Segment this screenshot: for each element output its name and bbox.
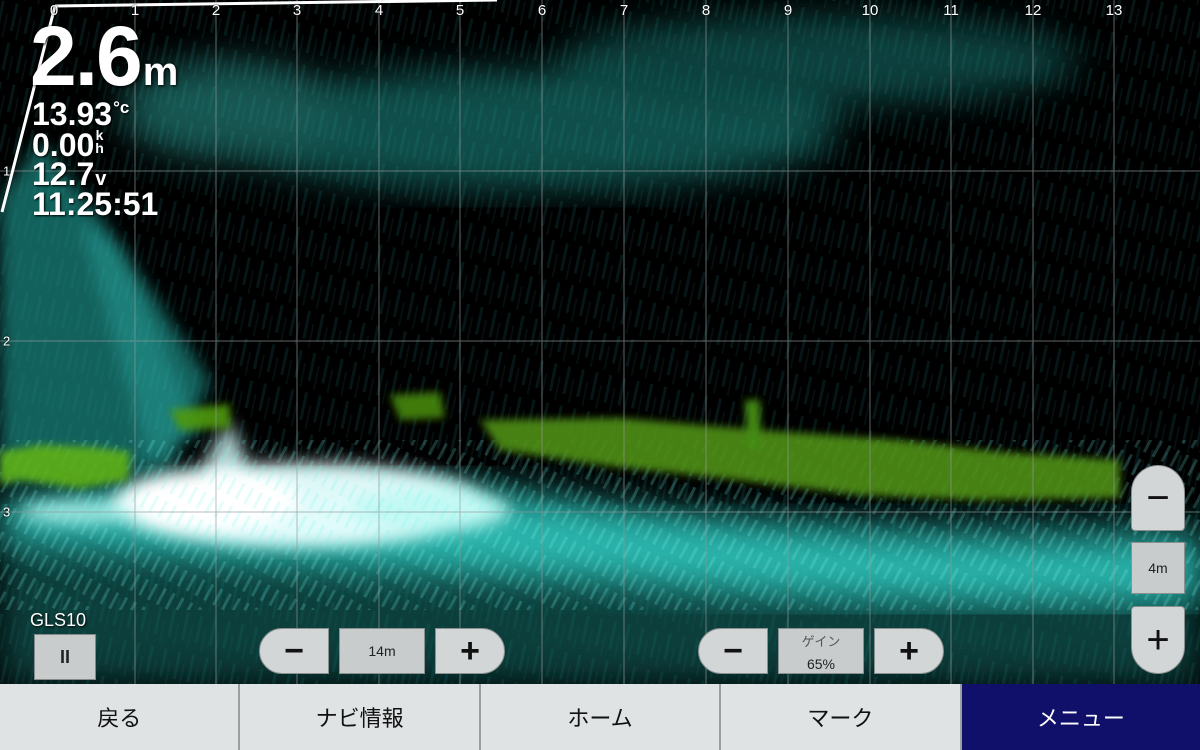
range-minus-button[interactable]: − [259,628,329,674]
pause-button[interactable]: II [34,634,96,680]
gain-caption: ゲイン [801,633,841,649]
vertical-scale-label: 3 [3,504,11,520]
softkey-label: ナビ情報 [315,706,404,731]
water-temp-unit: °c [113,98,130,118]
softkey-menu[interactable]: メニュー [961,684,1200,750]
depth-readout: 2.6m [30,14,178,98]
depth-value: 2.6 [30,9,143,103]
zoom-minus-button[interactable]: − [1131,465,1185,531]
zoom-plus-button[interactable]: + [1131,606,1185,674]
horizontal-scale-label: 5 [455,2,465,19]
sonar-image [0,0,1200,684]
softkey-nav-info[interactable]: ナビ情報 [240,684,481,750]
minus-icon: − [284,631,304,670]
range-value: 14m [368,643,396,659]
zoom-value-display[interactable]: 4m [1131,542,1185,594]
horizontal-scale-label: 11 [943,2,959,19]
zoom-value: 4m [1148,560,1168,576]
plus-icon: + [899,631,919,670]
horizontal-scale-label: 8 [701,2,711,19]
vertical-scale-label: 2 [3,333,11,349]
plus-icon: + [460,631,480,670]
horizontal-scale-label: 3 [292,2,302,19]
softkey-home[interactable]: ホーム [480,684,722,750]
speed-unit: kh [95,128,104,156]
softkey-mark[interactable]: マーク [721,684,962,750]
minus-icon: − [1146,475,1170,520]
horizontal-scale-label: 4 [374,2,384,19]
softkey-label: マーク [807,706,874,731]
gain-value: 65% [806,655,836,672]
speed-unit-bottom: h [95,140,104,156]
depth-unit: m [142,50,179,94]
softkey-label: 戻る [97,706,142,731]
gain-plus-button[interactable]: + [874,628,944,674]
range-value-display[interactable]: 14m [339,628,425,674]
vertical-scale-label: 1 [3,163,11,179]
softkey-label: ホーム [567,706,633,731]
horizontal-scale-label: 2 [211,2,221,19]
gain-control: − ゲイン 65% + [698,628,944,674]
gain-value-display[interactable]: ゲイン 65% [778,628,864,674]
time-readout: 11:25:51 [32,186,159,222]
pause-icon: II [59,646,70,667]
softkey-back[interactable]: 戻る [0,684,241,750]
horizontal-scale-label: 10 [861,2,879,19]
source-label: GLS10 [30,610,87,630]
water-temp-readout: 13.93°c [32,98,129,130]
sonar-view[interactable]: 0 1 2 3 4 5 6 7 8 9 10 11 12 13 1 2 3 2.… [0,0,1200,684]
minus-icon: − [723,631,743,670]
plus-icon: + [1146,617,1170,662]
horizontal-scale-label: 13 [1105,2,1123,19]
gain-minus-button[interactable]: − [698,628,768,674]
horizontal-scale-label: 6 [537,2,547,19]
horizontal-scale-label: 7 [619,2,629,19]
range-control: − 14m + [259,628,505,674]
horizontal-scale-label: 9 [783,2,793,19]
softkey-label: メニュー [1036,706,1125,731]
softkey-bar: 戻る ナビ情報 ホーム マーク メニュー [0,684,1200,750]
horizontal-scale-label: 12 [1024,2,1042,19]
range-plus-button[interactable]: + [435,628,505,674]
